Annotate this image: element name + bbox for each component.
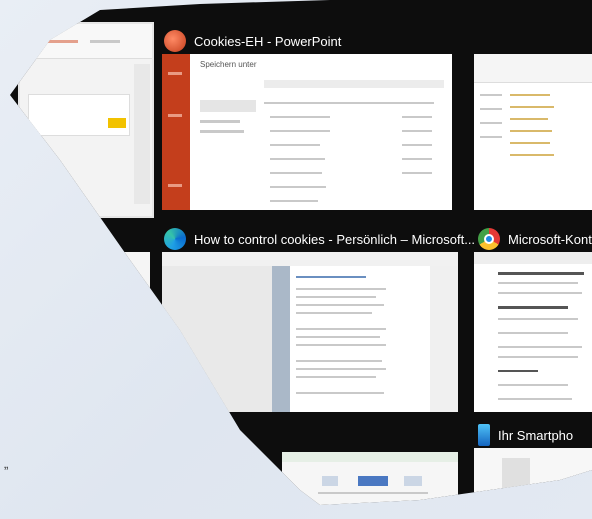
window-title-text: Cookies-EH - PowerPoint xyxy=(194,33,342,49)
window-thumb-left-bottom[interactable] xyxy=(60,252,150,412)
window-title-text: Microsoft-Konto | I xyxy=(508,231,592,247)
chrome-icon xyxy=(478,228,500,250)
window-thumb-ppt-left[interactable] xyxy=(18,22,154,218)
edge-icon xyxy=(164,228,186,250)
window-title-text: How to control cookies - Persönlich – Mi… xyxy=(194,231,476,247)
window-title-ppt-main: Cookies-EH - PowerPoint xyxy=(164,30,341,52)
window-title-text: Ihr Smartpho xyxy=(498,427,574,443)
dialog-heading: Speichern unter xyxy=(200,60,257,69)
window-thumb-chrome[interactable] xyxy=(474,252,592,412)
task-view-panel: Cookies-EH - PowerPoint Speichern unter xyxy=(10,0,592,505)
window-thumb-ppt-main[interactable]: Speichern unter xyxy=(162,54,452,210)
window-title-chrome: Microsoft-Konto | I xyxy=(478,228,592,250)
phone-icon xyxy=(478,424,490,446)
window-title-phone: Ihr Smartpho xyxy=(478,424,573,446)
window-thumb-explorer[interactable] xyxy=(474,54,592,210)
powerpoint-icon xyxy=(164,30,186,52)
window-thumb-edge[interactable] xyxy=(162,252,458,412)
window-title-edge: How to control cookies - Persönlich – Mi… xyxy=(164,228,475,250)
stray-quote: „ xyxy=(4,456,9,471)
window-thumb-bottom[interactable] xyxy=(282,452,458,505)
window-thumb-phone[interactable] xyxy=(474,448,592,498)
